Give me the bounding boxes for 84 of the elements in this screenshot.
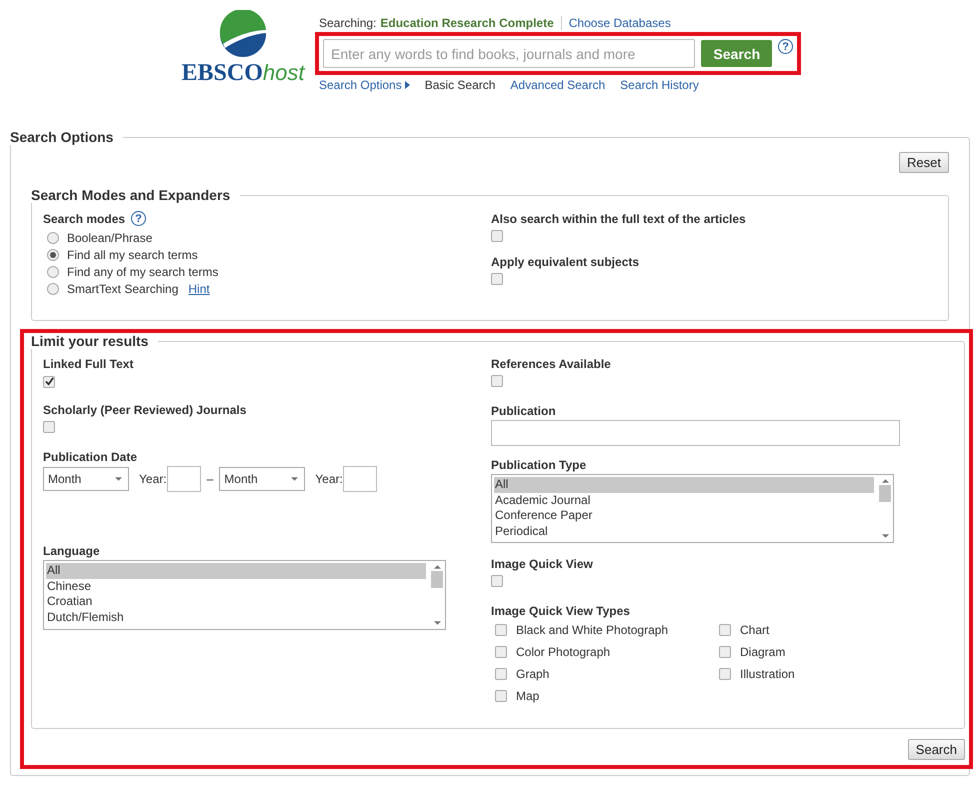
field-label: Search modes (43, 212, 126, 226)
option-label: SmartText Searching (67, 282, 178, 296)
checkbox[interactable] (491, 230, 503, 242)
dropdown-arrow-icon[interactable] (434, 621, 440, 625)
month-select[interactable]: Month (43, 467, 129, 491)
checkbox[interactable] (495, 690, 507, 702)
list-option[interactable]: Academic Journal (494, 492, 874, 508)
list-option[interactable]: All (494, 477, 874, 492)
option-label: Find all my search terms (67, 248, 198, 262)
scroll-up-icon[interactable] (434, 565, 440, 569)
option-label: Boolean/Phrase (67, 230, 152, 244)
nav-link[interactable]: Search History (620, 78, 699, 92)
nav-link[interactable]: Basic Search (424, 78, 496, 92)
field-label: Also search within the full text of the articles (491, 212, 747, 226)
field-label: Publication (491, 404, 557, 418)
section-title: Limit your results (31, 333, 150, 349)
option-label: Map (516, 689, 540, 703)
reset-button[interactable]: Reset (899, 152, 949, 173)
radio-button[interactable] (47, 282, 59, 294)
month-select[interactable]: Month (219, 467, 306, 491)
list-option[interactable]: Conference Paper (494, 508, 874, 524)
checkbox[interactable] (491, 273, 503, 285)
checkbox[interactable] (491, 375, 503, 387)
field-label: Year: (315, 472, 343, 486)
logo-icon (219, 10, 267, 58)
checkbox[interactable] (491, 575, 503, 587)
option-label: Color Photograph (516, 645, 610, 659)
hint-link[interactable]: Hint (188, 282, 210, 296)
list-option[interactable]: Dutch/Flemish (46, 610, 426, 625)
section-title: Search Modes and Expanders (31, 187, 232, 203)
field-label: Image Quick View Types (491, 604, 631, 618)
option-label: Black and White Photograph (516, 623, 668, 637)
list-option[interactable]: All (46, 563, 426, 578)
year-field[interactable] (342, 466, 377, 492)
list-box[interactable]: All Academic Journal Conference Paper Periodical (491, 474, 894, 543)
field-label: Linked Full Text (43, 357, 134, 371)
date-dash: – (206, 472, 214, 486)
dropdown-arrow-icon[interactable] (882, 534, 888, 538)
checkbox[interactable] (719, 668, 731, 680)
list-option[interactable]: Croatian (46, 594, 426, 610)
field-label: Publication Type (491, 458, 588, 472)
year-field[interactable] (166, 466, 201, 492)
field-label: Language (43, 544, 101, 558)
searching-label: Searching: (319, 16, 376, 30)
section-title: Search Options (10, 129, 114, 145)
list-box[interactable]: All Chinese Croatian Dutch/Flemish (43, 560, 446, 630)
search-field[interactable]: Enter any words to find books, journals and more (323, 39, 696, 68)
choose-databases-link[interactable]: Choose Databases (568, 16, 671, 30)
checkbox[interactable] (719, 646, 731, 658)
search-button[interactable]: Search (701, 40, 772, 67)
checkbox[interactable] (495, 668, 507, 680)
list-option[interactable]: Periodical (494, 524, 874, 539)
dropdown-arrow-icon[interactable] (291, 477, 298, 481)
checkbox[interactable] (495, 646, 507, 658)
radio-button[interactable] (47, 232, 59, 244)
option-label: Illustration (740, 667, 795, 681)
radio-button[interactable] (47, 266, 59, 278)
help-button[interactable]: ? (131, 211, 146, 226)
publication-field[interactable] (491, 420, 900, 446)
field-label: Publication Date (43, 450, 138, 464)
field-label: Image Quick View (491, 557, 594, 571)
database-name: Education Research Complete (380, 16, 554, 30)
checkbox[interactable] (495, 624, 507, 636)
field-label: Scholarly (Peer Reviewed) Journals (43, 403, 248, 417)
dropdown-arrow-icon[interactable] (115, 477, 122, 481)
logo-text: EBSCOhost (182, 60, 304, 87)
scroll-up-icon[interactable] (882, 479, 888, 483)
radio-button[interactable] (47, 248, 59, 260)
nav-link[interactable]: Search Options (319, 78, 410, 92)
checkbox[interactable] (43, 421, 55, 433)
list-option[interactable]: Chinese (46, 578, 426, 594)
option-label: Graph (516, 667, 550, 681)
search-button[interactable]: Search (908, 739, 965, 760)
option-label: Diagram (740, 645, 786, 659)
field-label: Apply equivalent subjects (491, 255, 640, 269)
option-label: Chart (740, 623, 770, 637)
checkbox[interactable] (719, 624, 731, 636)
help-button[interactable]: ? (778, 39, 793, 54)
nav-link[interactable]: Advanced Search (510, 78, 606, 92)
option-label: Find any of my search terms (67, 264, 218, 278)
field-label: References Available (491, 357, 612, 371)
caret-icon (404, 81, 410, 89)
checkbox[interactable] (43, 376, 55, 388)
field-label: Year: (139, 472, 167, 486)
